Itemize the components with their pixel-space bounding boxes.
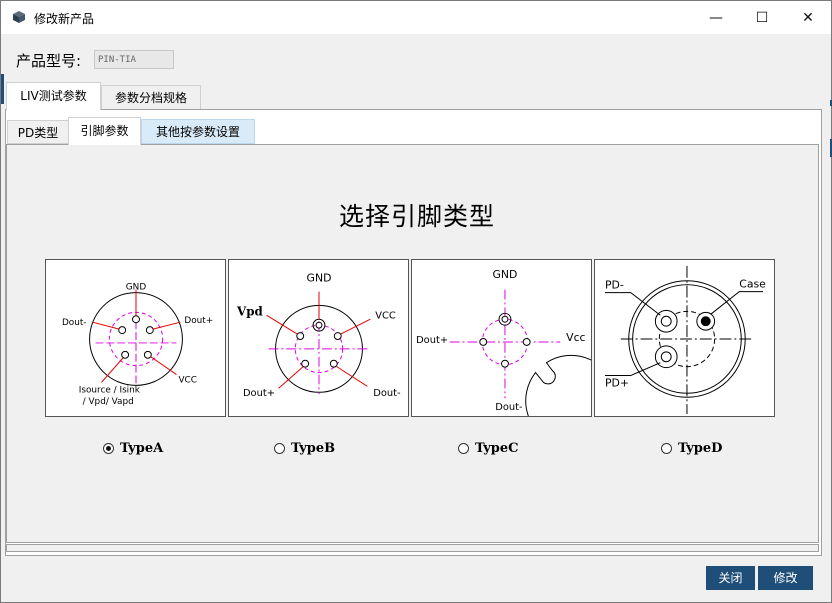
radio-typea[interactable]: TypeA bbox=[103, 440, 163, 456]
typec-label-dout-plus: Dout+ bbox=[416, 335, 448, 346]
typed-diagram-svg: PD- Case PD+ bbox=[605, 265, 766, 415]
radio-typeb[interactable]: TypeB bbox=[274, 440, 335, 456]
typec-diagram-svg: GND Dout+ Vcc Dout- bbox=[416, 268, 591, 416]
typea-label-dout-plus: Dout+ bbox=[184, 316, 213, 326]
edge-accent bbox=[1, 74, 4, 104]
tab-pd-type[interactable]: PD类型 bbox=[7, 120, 69, 144]
typeb-diagram-svg: GND Vpd VCC Dout+ Dout- bbox=[236, 272, 401, 400]
typea-label-dout-minus: Dout- bbox=[62, 318, 87, 328]
radio-button-icon bbox=[274, 442, 285, 454]
radio-button-icon bbox=[458, 442, 469, 454]
close-icon: ✕ bbox=[802, 9, 814, 26]
typed-label-pd-plus: PD+ bbox=[605, 376, 629, 389]
window-title: 修改新产品 bbox=[34, 12, 95, 26]
modify-button[interactable]: 修改 bbox=[758, 566, 813, 590]
tab-param-grading[interactable]: 参数分档规格 bbox=[101, 85, 201, 109]
close-button[interactable]: 关闭 bbox=[706, 566, 755, 590]
typea-label-vpd: / Vpd/ Vapd bbox=[83, 397, 134, 407]
typed-label-pd-minus: PD- bbox=[605, 279, 624, 292]
minimize-button[interactable]: — bbox=[693, 1, 739, 34]
radio-typec[interactable]: TypeC bbox=[458, 440, 519, 456]
typea-pin-diagram[interactable]: GND Dout- Dout+ VCC Isource / Isink / Vp… bbox=[45, 259, 226, 417]
maximize-button[interactable]: ☐ bbox=[739, 1, 785, 34]
maximize-icon: ☐ bbox=[755, 9, 769, 26]
package-cube-icon bbox=[13, 11, 25, 23]
title-bar[interactable]: 修改新产品 — ☐ ✕ bbox=[1, 1, 831, 34]
typea-label-isource: Isource / Isink bbox=[79, 385, 141, 395]
typea-label-gnd: GND bbox=[126, 283, 147, 293]
typec-pin-diagram[interactable]: GND Dout+ Vcc Dout- bbox=[411, 259, 592, 417]
panel-footer-strip bbox=[6, 544, 819, 552]
typeb-label-vcc: VCC bbox=[375, 310, 396, 321]
typed-label-case: Case bbox=[739, 278, 766, 291]
typec-label-vcc: Vcc bbox=[566, 331, 585, 344]
typeb-label-dout-plus: Dout+ bbox=[243, 388, 275, 399]
radio-typec-label: TypeC bbox=[475, 440, 519, 456]
radio-typed[interactable]: TypeD bbox=[661, 440, 722, 456]
close-window-button[interactable]: ✕ bbox=[785, 1, 831, 34]
typeb-label-vpd: Vpd bbox=[236, 304, 263, 318]
typed-pin-diagram[interactable]: PD- Case PD+ bbox=[594, 259, 775, 417]
tab-liv-test[interactable]: LIV测试参数 bbox=[6, 82, 101, 110]
typec-label-dout-minus: Dout- bbox=[495, 402, 523, 413]
typeb-pin-diagram[interactable]: GND Vpd VCC Dout+ Dout- bbox=[228, 259, 409, 417]
tab-pin-params[interactable]: 引脚参数 bbox=[68, 117, 141, 145]
radio-selected-dot bbox=[106, 445, 111, 451]
product-model-label: 产品型号: bbox=[16, 52, 82, 70]
product-model-field[interactable]: PIN-TIA bbox=[94, 50, 174, 69]
typec-label-gnd: GND bbox=[493, 268, 518, 281]
typea-diagram-svg: GND Dout- Dout+ VCC Isource / Isink / Vp… bbox=[62, 283, 213, 408]
dialog-window: 修改新产品 — ☐ ✕ 产品型号: PIN-TIA 参数分档规格 LIV测试参数… bbox=[0, 0, 832, 603]
tab-other-settings[interactable]: 其他按参数设置 bbox=[141, 119, 255, 144]
radio-typed-label: TypeD bbox=[678, 440, 723, 456]
radio-typea-label: TypeA bbox=[120, 440, 164, 456]
typeb-label-dout-minus: Dout- bbox=[373, 388, 401, 399]
radio-button-icon bbox=[103, 442, 114, 454]
typeb-label-gnd: GND bbox=[307, 272, 332, 285]
radio-button-icon bbox=[661, 442, 672, 454]
typea-label-vcc: VCC bbox=[178, 375, 196, 385]
section-heading: 选择引脚类型 bbox=[338, 202, 495, 231]
radio-typeb-label: TypeB bbox=[291, 440, 336, 456]
minimize-icon: — bbox=[709, 9, 723, 26]
